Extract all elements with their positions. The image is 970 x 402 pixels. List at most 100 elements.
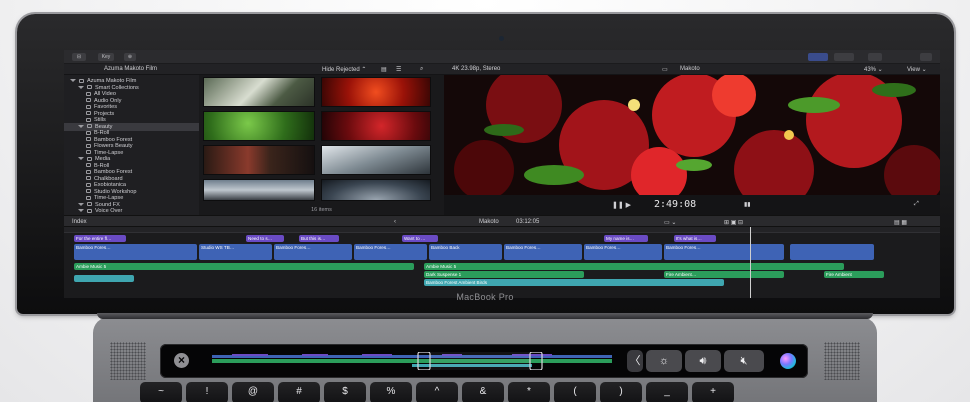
library-sidebar: Azuma Makoto Film Smart Collections All Vi… — [64, 75, 199, 215]
disclosure-triangle-icon[interactable] — [78, 85, 84, 89]
app-toolbar: ⊟ Key ⊕ — [64, 50, 940, 64]
video-clip[interactable]: Bamboo Fores… — [504, 244, 582, 260]
volume-button[interactable]: 🔊︎ — [685, 350, 721, 372]
audio-clip[interactable]: Dark Suspense 1 — [424, 271, 584, 278]
fullscreen-viewer-icon[interactable]: ⤢ — [914, 201, 919, 208]
chevron-left-icon[interactable]: 〈 — [627, 350, 643, 372]
audio-clip[interactable] — [74, 275, 134, 282]
list-view-icon[interactable]: ☰ — [396, 66, 401, 73]
audio-clip[interactable]: Ambie Music 5 — [424, 263, 844, 270]
import-button[interactable]: ⊕ — [124, 53, 136, 61]
chevron-label: 〈 — [629, 355, 641, 367]
clip-label: Bamboo Fores… — [506, 245, 541, 250]
clip-thumbnail[interactable] — [321, 111, 431, 141]
playhead[interactable] — [750, 227, 751, 298]
clip-label: Ambie Music 5 — [426, 264, 457, 269]
title-clip[interactable]: Need to s… — [246, 235, 284, 242]
keyboard-key[interactable]: & — [462, 382, 504, 402]
clip-thumbnail[interactable] — [203, 179, 315, 201]
timeline-tools-icon[interactable]: ▭ ⌄ — [664, 219, 676, 226]
video-clip[interactable]: Bamboo Fores… — [584, 244, 662, 260]
filter-dropdown[interactable]: Hide Rejected ⌃ — [322, 66, 366, 73]
video-clip[interactable]: Bamboo Fores… — [354, 244, 427, 260]
keyboard-key[interactable]: ! — [186, 382, 228, 402]
camera-icon — [499, 36, 504, 41]
viewer-frame[interactable] — [444, 75, 940, 195]
clip-label: Ambie Music 5 — [76, 264, 107, 269]
keyboard-key[interactable]: % — [370, 382, 412, 402]
keyboard-key[interactable]: # — [278, 382, 320, 402]
clip-thumbnail[interactable] — [321, 145, 431, 175]
clip-thumbnail[interactable] — [321, 77, 431, 107]
clip-label: Bamboo Fores… — [276, 245, 311, 250]
library-toggle-button[interactable]: ⊟ — [72, 53, 86, 61]
audio-clip[interactable]: Fire Ambient… — [664, 271, 784, 278]
timeline-overview-strip[interactable] — [212, 352, 612, 370]
event-folder-icon — [86, 143, 91, 148]
audio-clip[interactable]: Bamboo Forest Ambient Birds — [424, 279, 724, 286]
share-button[interactable] — [868, 53, 882, 61]
video-clip[interactable]: Studio WS TB… — [199, 244, 272, 260]
brightness-button[interactable]: ☼ — [646, 350, 682, 372]
skimming-icon[interactable]: ⊞ ▣ ⊟ — [724, 219, 743, 226]
library-toggle-label: ⊟ — [76, 54, 82, 60]
title-clip[interactable]: It's what is… — [674, 235, 716, 242]
clip-thumbnail[interactable] — [203, 77, 315, 107]
fullscreen-button[interactable] — [920, 53, 932, 61]
keyboard-key[interactable]: ^ — [416, 382, 458, 402]
keyboard-key[interactable]: $ — [324, 382, 366, 402]
zoom-dropdown[interactable]: 43% ⌄ — [864, 66, 883, 73]
filmstrip-view-icon[interactable]: ▤ — [381, 66, 387, 73]
inspector-toggle-button[interactable] — [834, 53, 854, 61]
audio-clip[interactable]: Ambie Music 5 — [74, 263, 414, 270]
layout-button[interactable] — [808, 53, 828, 61]
view-dropdown[interactable]: View ⌄ — [907, 66, 927, 73]
close-button[interactable]: × — [174, 353, 189, 368]
video-clip[interactable]: Bamboo Fores… — [664, 244, 784, 260]
clip-label: Bamboo Fores… — [586, 245, 621, 250]
clip-label: Fire Ambient — [826, 272, 852, 277]
disclosure-triangle-icon[interactable] — [78, 157, 84, 161]
keyboard-key[interactable]: ) — [600, 382, 642, 402]
keyboard-key[interactable]: ( — [554, 382, 596, 402]
media-browser: 16 items — [199, 75, 444, 215]
event-folder-icon — [87, 156, 92, 161]
clip-appearance-icon[interactable]: ▤ ▦ — [894, 219, 907, 226]
timeline-ruler[interactable] — [64, 227, 940, 233]
disclosure-triangle-icon[interactable] — [78, 124, 84, 128]
audio-clip[interactable]: Fire Ambient — [824, 271, 884, 278]
mute-button[interactable]: 🔇︎ — [724, 350, 764, 372]
laptop-lid: ⊟ Key ⊕ Azuma Makoto Film Hide Rejected … — [17, 14, 954, 314]
timeline-back-icon[interactable]: ‹ — [394, 219, 396, 225]
keyboard-key[interactable]: @ — [232, 382, 274, 402]
keyboard-key[interactable]: + — [692, 382, 734, 402]
keyboard-key[interactable]: _ — [646, 382, 688, 402]
volume-icon: 🔊︎ — [699, 355, 707, 367]
timeline[interactable]: For the entire fl… Need to s… But this is…… — [64, 227, 940, 298]
index-button[interactable]: Index — [72, 219, 87, 225]
keywords-button[interactable]: Key — [98, 53, 114, 61]
video-clip[interactable]: Bamboo Fores… — [74, 244, 197, 260]
clip-label: It's what is… — [676, 236, 702, 241]
title-clip[interactable]: For the entire fl… — [74, 235, 126, 242]
sidebar-item[interactable]: Voice Over — [64, 207, 199, 215]
disclosure-triangle-icon[interactable] — [78, 202, 84, 206]
siri-icon[interactable] — [780, 353, 796, 369]
title-clip[interactable]: My name is… — [604, 235, 648, 242]
clip-label: For the entire fl… — [76, 236, 112, 241]
disclosure-triangle-icon[interactable] — [70, 79, 76, 83]
video-clip[interactable]: Bamboo Back — [429, 244, 502, 260]
clip-thumbnail[interactable] — [203, 145, 315, 175]
clip-thumbnail[interactable] — [321, 179, 431, 201]
keyboard-key[interactable]: * — [508, 382, 550, 402]
clip-thumbnail[interactable] — [203, 111, 315, 141]
video-clip[interactable] — [790, 244, 874, 260]
search-icon[interactable]: ⌕ — [420, 66, 423, 73]
event-folder-icon — [87, 208, 92, 213]
title-clip[interactable]: But this is… — [299, 235, 339, 242]
keyboard-key[interactable]: ~ — [140, 382, 182, 402]
play-icon[interactable]: ❚❚ ▶ — [612, 201, 631, 209]
video-clip[interactable]: Bamboo Fores… — [274, 244, 352, 260]
title-clip[interactable]: Want to … — [402, 235, 438, 242]
disclosure-triangle-icon[interactable] — [78, 209, 84, 213]
